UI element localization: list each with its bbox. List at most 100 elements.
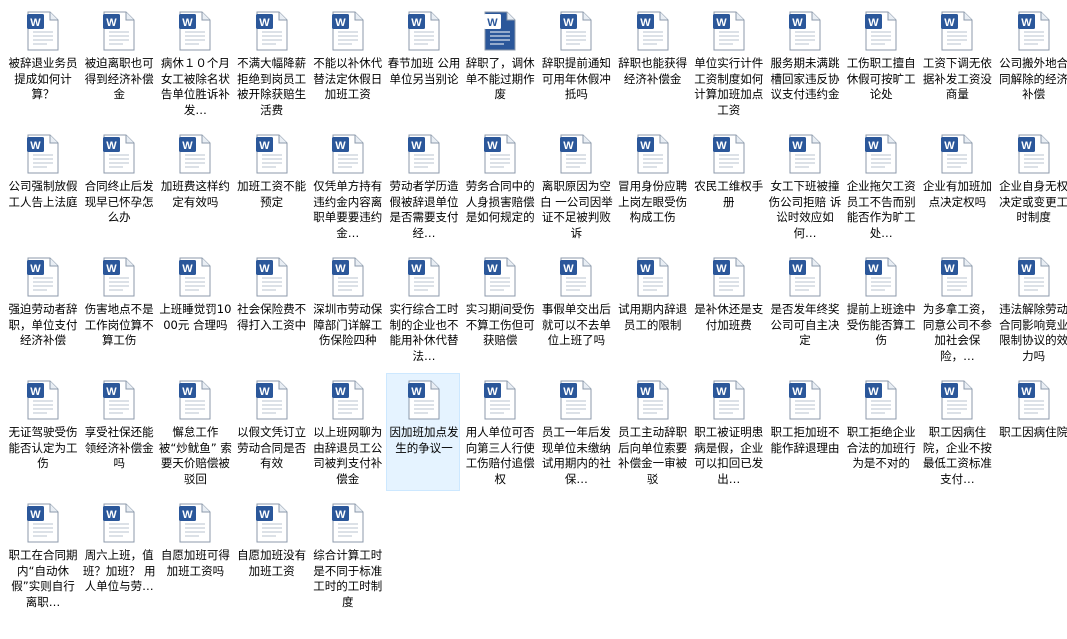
file-item[interactable]: W 不满大幅降薪拒绝到岗员工被开除获赔生活费 [234,4,308,122]
file-item[interactable]: W 违法解除劳动合同影响竞业限制协议的效力吗 [996,250,1067,368]
file-item[interactable]: W 深圳市劳动保障部门详解工伤保险四种 [310,250,384,368]
file-name-label: 实行综合工时制的企业也不能用补休代替法… [389,302,459,363]
svg-text:W: W [30,386,41,398]
svg-text:W: W [183,509,194,521]
file-item[interactable]: W 以假文凭订立劳动合同是否有效 [234,373,308,491]
file-item[interactable]: W 春节加班 公用单位另当别论 [386,4,460,122]
file-item[interactable]: W 职工因病住院，企业不按最低工资标准支付… [919,373,993,491]
file-name-label: 不能以补休代替法定休假日加班工资 [313,56,383,101]
file-item[interactable]: W 加班工资不能预定 [234,127,308,245]
svg-text:W: W [487,263,498,275]
file-item[interactable]: W 上班睡觉罚1000元 合理吗 [157,250,231,368]
file-name-label: 企业有加班加点决定权吗 [922,179,992,209]
word-document-icon: W [789,134,821,174]
word-document-icon: W [636,134,669,174]
file-item[interactable]: W 工伤职工擅自休假可按旷工论处 [843,4,917,122]
file-item[interactable]: W 不能以补休代替法定休假日加班工资 [310,4,384,122]
svg-text:W: W [868,386,879,398]
file-item[interactable]: W 无证驾驶受伤能否认定为工伤 [5,373,79,491]
word-document-icon: W [255,503,288,543]
file-item[interactable]: W 合同终止后发现早已怀孕怎么办 [81,127,155,245]
file-name-label: 病休１０个月女工被除名状告单位胜诉补发… [160,56,230,117]
word-document-icon: W [560,257,592,297]
file-item[interactable]: W 单位实行计件工资制度如何计算加班加点工资 [691,4,765,122]
file-item[interactable]: W 企业有加班加点决定权吗 [919,127,993,245]
file-item[interactable]: W 员工主动辞职后向单位索要补偿金一审被驳 [615,373,689,491]
file-name-label: 无证驾驶受伤能否认定为工伤 [8,425,78,470]
svg-text:W: W [945,17,956,29]
file-name-label: 春节加班 公用单位另当别论 [387,56,461,86]
file-item[interactable]: W 提前上班途中受伤能否算工伤 [843,250,917,368]
file-item[interactable]: W 服务期未满跳槽回家违反协议支付违约金 [767,4,841,122]
file-name-label: 单位实行计件工资制度如何计算加班加点工资 [694,56,764,117]
file-item[interactable]: W 公司强制放假工人告上法庭 [5,127,79,245]
file-item[interactable]: W 冒用身份应聘上岗左眼受伤构成工伤 [615,127,689,245]
file-item[interactable]: W 试用期内辞退员工的限制 [615,250,689,368]
file-item[interactable]: W 劳动者学历造假被辞退单位是否需要支付经… [386,127,460,245]
file-item[interactable]: W 职工拒绝企业合法的加班行为是不对的 [843,373,917,491]
svg-text:W: W [259,509,270,521]
file-item[interactable]: W 自愿加班没有加班工资 [234,496,308,614]
svg-text:W: W [106,17,117,29]
file-item[interactable]: W 以上班网聊为由辞退员工公司被判支付补偿金 [310,373,384,491]
word-document-icon: W [484,257,516,297]
file-item[interactable]: W 自愿加班可得加班工资吗 [157,496,231,614]
file-item[interactable]: W 辞职也能获得经济补偿金 [615,4,689,122]
file-item[interactable]: W 公司搬外地合同解除的经济补偿 [996,4,1067,122]
svg-text:W: W [640,263,651,275]
svg-text:W: W [183,17,194,29]
word-document-icon: W [27,257,59,297]
file-item[interactable]: W 企业自身无权决定或变更工时制度 [996,127,1067,245]
file-name-label: 服务期未满跳槽回家违反协议支付违约金 [770,56,840,101]
file-item[interactable]: W 劳务合同中的人身损害赔偿是如何规定的 [462,127,536,245]
file-item[interactable]: W 工资下调无依据补发工资没商量 [919,4,993,122]
file-item[interactable]: W 职工在合同期内“自动休假”实则自行离职… [5,496,79,614]
file-name-label: 离职原因为空白 一公司因举证不足被判败诉 [540,179,613,240]
file-name-label: 冒用身份应聘上岗左眼受伤构成工伤 [618,179,688,224]
file-item[interactable]: W 职工因病住院 [996,373,1067,491]
svg-text:W: W [487,17,498,29]
file-item[interactable]: W 企业拖欠工资员工不告而别能否作为旷工处… [843,127,917,245]
file-item[interactable]: W 用人单位可否向第三人行使工伤赔付追偿权 [462,373,536,491]
word-document-icon: W [179,257,211,297]
svg-text:W: W [106,509,117,521]
file-item[interactable]: W 是补休还是支付加班费 [691,250,765,368]
file-item[interactable]: W 职工拒加班不能作辞退理由 [767,373,841,491]
file-item[interactable]: W 职工被证明患病是假，企业可以扣回已发出… [691,373,765,491]
file-name-label: 工伤职工擅自休假可按旷工论处 [846,56,916,101]
file-item[interactable]: W 仅凭单方持有违约金内容离职单要要违约金… [310,127,384,245]
file-item[interactable]: W 综合计算工时是不同于标准工时的工时制度 [310,496,384,614]
word-document-icon: W [179,380,211,420]
file-item[interactable]: W 懈怠工作被“炒鱿鱼” 索要天价赔偿被驳回 [157,373,232,491]
file-name-label: 为多拿工资，同意公司不参加社会保险，… [922,302,992,363]
file-item[interactable]: W 强迫劳动者辞职，单位支付经济补偿 [5,250,79,368]
file-item[interactable]: W 社会保险费不得打入工资中 [234,250,308,368]
file-item[interactable]: W 被迫离职也可得到经济补偿金 [81,4,155,122]
word-document-icon: W [712,134,745,174]
file-item[interactable]: W 为多拿工资，同意公司不参加社会保险，… [919,250,993,368]
file-name-label: 被辞退业务员提成如何计算？ [8,56,78,101]
word-document-icon: W [27,134,59,174]
file-item[interactable]: W 员工一年后发现单位未缴纳试用期内的社保… [538,373,612,491]
file-item[interactable]: W 女工下班被撞伤公司拒赔 诉讼时效应如何… [767,127,841,245]
file-name-label: 女工下班被撞伤公司拒赔 诉讼时效应如何… [768,179,842,240]
file-item[interactable]: W 因加班加点发生的争议一 [386,373,460,491]
file-item[interactable]: W 事假单交出后就可以不去单位上班了吗 [538,250,612,368]
file-item[interactable]: W 辞职了，调休单不能过期作废 [462,4,536,122]
file-name-label: 职工在合同期内“自动休假”实则自行离职… [8,548,78,609]
file-item[interactable]: W 是否发年终奖公司可自主决定 [767,250,841,368]
file-item[interactable]: W 实习期间受伤不算工伤但可获赔偿 [462,250,536,368]
word-document-icon: W [865,134,897,174]
file-item[interactable]: W 离职原因为空白 一公司因举证不足被判败诉 [538,127,613,245]
file-item[interactable]: W 病休１０个月女工被除名状告单位胜诉补发… [157,4,231,122]
svg-text:W: W [335,263,346,275]
word-document-icon: W [712,257,745,297]
file-item[interactable]: W 加班费这样约定有效吗 [157,127,231,245]
file-item[interactable]: W 享受社保还能领经济补偿金吗 [81,373,155,491]
file-item[interactable]: W 实行综合工时制的企业也不能用补休代替法… [386,250,460,368]
file-item[interactable]: W 周六上班，值班？加班？ 用人单位与劳… [81,496,156,614]
file-item[interactable]: W 辞职提前通知可用年休假冲抵吗 [538,4,612,122]
file-item[interactable]: W 农民工维权手册 [691,127,765,245]
file-item[interactable]: W 被辞退业务员提成如何计算？ [5,4,79,122]
file-item[interactable]: W 伤害地点不是工作岗位算不算工伤 [81,250,155,368]
